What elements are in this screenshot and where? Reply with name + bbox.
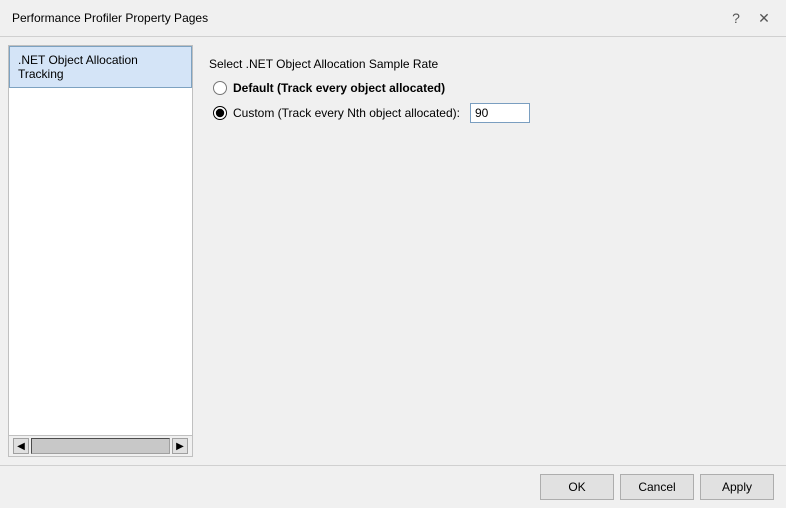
scroll-left-btn[interactable]: ◀ [13, 438, 29, 454]
title-bar-controls: ? ✕ [726, 8, 774, 28]
radio-item-default: Default (Track every object allocated) [213, 81, 762, 95]
close-button[interactable]: ✕ [754, 8, 774, 28]
radio-group: Default (Track every object allocated) C… [209, 81, 762, 123]
radio-default[interactable] [213, 81, 227, 95]
scroll-right-btn[interactable]: ▶ [172, 438, 188, 454]
radio-item-custom: Custom (Track every Nth object allocated… [213, 103, 762, 123]
custom-value-input[interactable] [470, 103, 530, 123]
ok-button[interactable]: OK [540, 474, 614, 500]
scroll-track[interactable] [31, 438, 170, 454]
radio-custom-label[interactable]: Custom (Track every Nth object allocated… [233, 106, 460, 120]
sidebar: .NET Object Allocation Tracking ◀ ▶ [8, 45, 193, 457]
main-content: .NET Object Allocation Tracking ◀ ▶ Sele… [0, 37, 786, 465]
dialog-title: Performance Profiler Property Pages [12, 11, 208, 25]
cancel-button[interactable]: Cancel [620, 474, 694, 500]
radio-custom[interactable] [213, 106, 227, 120]
radio-default-label[interactable]: Default (Track every object allocated) [233, 81, 445, 95]
apply-button[interactable]: Apply [700, 474, 774, 500]
sidebar-scrollbar: ◀ ▶ [9, 435, 192, 456]
sidebar-content-area [9, 88, 192, 435]
right-panel: Select .NET Object Allocation Sample Rat… [193, 45, 778, 457]
bottom-bar: OK Cancel Apply [0, 465, 786, 508]
title-bar: Performance Profiler Property Pages ? ✕ [0, 0, 786, 37]
sidebar-item-dotnet-allocation[interactable]: .NET Object Allocation Tracking [9, 46, 192, 88]
section-title: Select .NET Object Allocation Sample Rat… [209, 57, 762, 71]
help-button[interactable]: ? [726, 8, 746, 28]
sidebar-item-label: .NET Object Allocation Tracking [18, 53, 138, 81]
